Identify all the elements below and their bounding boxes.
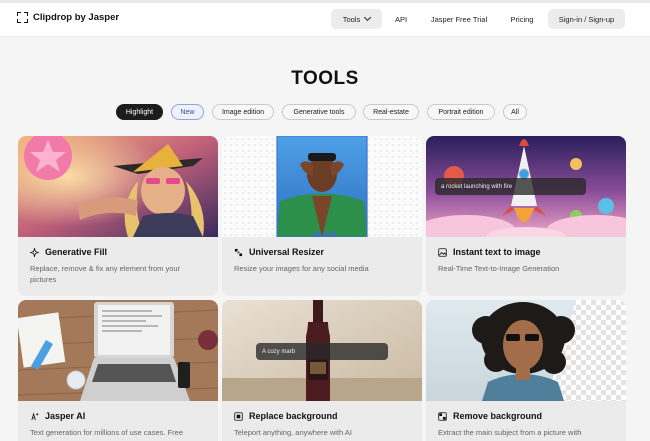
prompt-text: a rocket launching with fire [441,183,513,190]
filter-new[interactable]: New [171,104,204,120]
resize-icon [234,248,243,256]
sparkle-icon [30,247,39,257]
generative-fill-thumbnail [18,136,218,237]
nav-pricing-link[interactable]: Pricing [507,9,537,29]
filter-highlight[interactable]: Highlight [116,104,163,120]
top-header: Clipdrop by Jasper Tools API Jasper Free… [0,3,650,37]
card-title: Generative Fill [45,247,108,257]
nav-api-link[interactable]: API [392,9,410,29]
card-description: Real-Time Text-to-Image Generation [438,264,560,273]
instant-text-to-image-thumbnail: a rocket launching with fire [426,136,626,237]
signin-button[interactable]: Sign-in / Sign-up [548,9,625,29]
replace-bg-icon [234,411,243,421]
filter-real-estate[interactable]: Real-estate [363,104,419,120]
nav-tools-label: Tools [342,14,361,24]
filter-image-edition[interactable]: Image edition [212,104,274,120]
brand-logo[interactable]: Clipdrop by Jasper [17,12,119,23]
card-title: Universal Resizer [249,247,325,257]
text-image-icon [438,247,447,257]
ai-sparkle-icon [31,411,39,420]
filter-portrait-edition[interactable]: Portrait edition [427,104,495,120]
card-description: Text generation for millions of use case… [30,428,183,437]
card-title: Replace background [249,411,338,421]
card-title: Remove background [453,411,543,421]
filter-generative-tools[interactable]: Generative tools [282,104,356,120]
tool-card-instant-text-to-image[interactable]: a rocket launching with fire Instant tex… [426,136,626,296]
page-title: TOOLS [291,68,359,89]
prompt-field: a rocket launching with fire [435,178,586,195]
brand-name: Clipdrop by Jasper [33,12,120,23]
prompt-text: A cozy marb [262,348,296,355]
replace-background-thumbnail: A cozy marb [222,300,422,401]
card-description: Resize your images for any social media [234,264,369,273]
card-description: Extract the main subject from a picture … [438,428,582,437]
jasper-ai-thumbnail [18,300,218,401]
card-description: Replace, remove & fix any element from y… [30,264,181,284]
tool-card-jasper-ai[interactable]: Jasper AI Text generation for millions o… [18,300,218,441]
tool-card-remove-background[interactable]: Remove background Extract the main subje… [426,300,626,441]
chevron-down-icon [364,13,372,22]
prompt-field: A cozy marb [256,343,388,360]
card-title: Instant text to image [453,247,541,257]
remove-bg-icon [438,411,447,421]
universal-resizer-thumbnail [222,136,422,237]
nav-jasper-trial-link[interactable]: Jasper Free Trial [424,9,494,29]
nav-tools-menu[interactable]: Tools [331,9,382,29]
card-title: Jasper AI [45,411,86,421]
tool-card-generative-fill[interactable]: Generative Fill Replace, remove & fix an… [18,136,218,296]
tool-card-replace-background[interactable]: A cozy marb Replace background Teleport … [222,300,422,441]
card-description: Teleport anything, anywhere with AI [234,428,352,437]
clipdrop-logo-icon [17,12,28,23]
tool-card-universal-resizer[interactable]: Universal Resizer Resize your images for… [222,136,422,296]
remove-background-thumbnail [426,300,626,401]
filter-all[interactable]: All [503,104,527,120]
